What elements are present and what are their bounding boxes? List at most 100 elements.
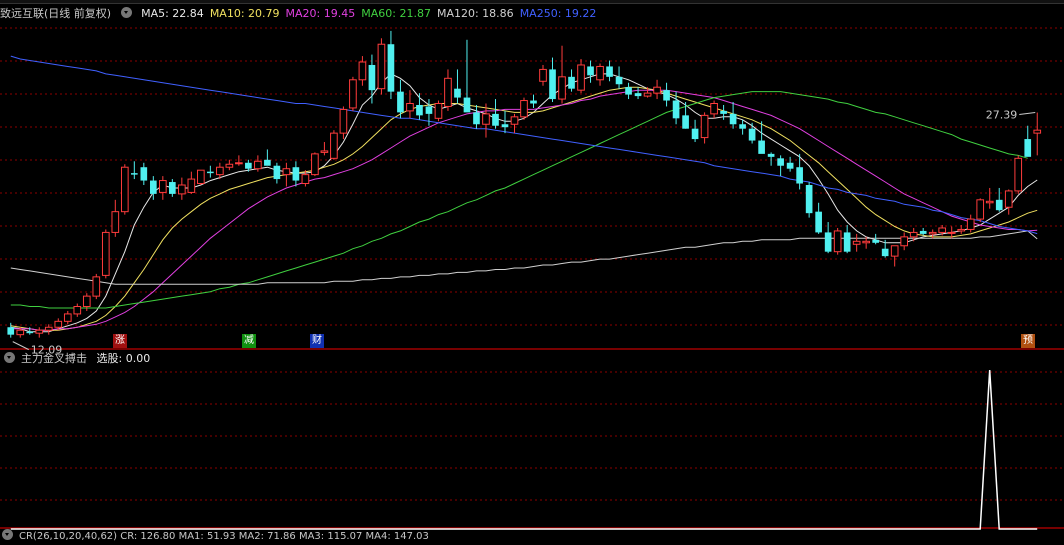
candle-body xyxy=(358,61,367,81)
candle-body xyxy=(492,113,499,126)
ma-legend-item: MA120: 18.86 xyxy=(436,7,514,20)
candle-body xyxy=(558,76,566,100)
candle-body xyxy=(577,64,585,91)
candle-body xyxy=(54,320,63,328)
candle-body xyxy=(881,248,889,257)
candle-body xyxy=(178,184,186,195)
candle-body xyxy=(16,329,25,336)
candle-body xyxy=(862,240,870,244)
candle-body xyxy=(758,140,765,154)
candle-body xyxy=(35,329,44,334)
candle-body xyxy=(444,77,452,107)
candle-body xyxy=(1024,139,1032,157)
candle-body xyxy=(245,162,252,169)
candle-body xyxy=(539,68,547,82)
candle-body xyxy=(530,100,537,104)
candle-body xyxy=(44,326,53,331)
candle-body xyxy=(301,174,310,185)
candle-body xyxy=(1004,190,1013,208)
candle-body xyxy=(7,327,15,335)
candle-body xyxy=(120,166,129,213)
candle-body xyxy=(339,108,348,134)
main-chart-header: 致远互联(日线 前复权) MA5: 22.84 MA10: 20.79 MA20: … xyxy=(0,6,608,22)
candle-body xyxy=(995,199,1003,211)
candle-body xyxy=(568,76,575,89)
ma-line-ma10 xyxy=(10,86,1038,331)
candle-body xyxy=(1014,157,1023,192)
candle-body xyxy=(349,79,357,109)
candle-body xyxy=(320,150,329,153)
candle-body xyxy=(938,227,947,233)
candle-body xyxy=(587,66,594,76)
ma-legend-item: MA250: 19.22 xyxy=(519,7,597,20)
candle-body xyxy=(691,128,699,140)
candle-body xyxy=(501,124,509,128)
candle-body xyxy=(149,180,157,194)
candle-body xyxy=(387,44,395,92)
chart-period: (日线 前复权) xyxy=(44,7,112,20)
stock-name: 致远互联 xyxy=(0,7,44,20)
ma-legend-item: MA5: 22.84 xyxy=(141,7,204,20)
marker-zhang[interactable]: 涨 xyxy=(113,334,127,348)
candle-body xyxy=(101,231,110,276)
ma-line-ma250 xyxy=(10,55,1038,235)
dropdown-icon[interactable] xyxy=(120,7,132,18)
candle-body xyxy=(235,162,243,165)
candle-body xyxy=(729,113,737,125)
candle-body xyxy=(330,132,338,159)
candle-body xyxy=(900,236,909,247)
candle-body xyxy=(158,180,167,193)
marker-yu[interactable]: 预 xyxy=(1021,334,1035,348)
candle-body xyxy=(130,173,138,175)
candle-body xyxy=(947,231,956,234)
candle-body xyxy=(216,166,224,176)
candle-body xyxy=(225,163,234,168)
candle-body xyxy=(454,88,461,98)
marker-cai[interactable]: 财 xyxy=(310,334,324,348)
candle-body xyxy=(720,110,727,114)
candle-body xyxy=(596,65,604,81)
candle-body xyxy=(824,232,832,252)
ma-legend-item: MA20: 19.45 xyxy=(285,7,356,20)
candle-body xyxy=(273,165,281,180)
candle-body xyxy=(549,69,556,100)
indicator-name: 主力金叉搏击 xyxy=(21,352,87,365)
candle-body xyxy=(425,106,433,114)
candle-body xyxy=(872,239,879,243)
candle-body xyxy=(928,231,937,235)
candle-body xyxy=(606,66,613,77)
bottom-dropdown-icon[interactable] xyxy=(2,529,13,540)
candle-body xyxy=(311,153,319,176)
candle-body xyxy=(111,211,120,233)
candle-body xyxy=(672,100,680,119)
candle-body xyxy=(482,113,490,125)
chart-canvas: 27.3912.09 xyxy=(0,27,1064,530)
candle-body xyxy=(663,90,670,101)
signal-line xyxy=(10,369,1038,530)
candle-body xyxy=(739,124,746,129)
high-price-label: 27.39 xyxy=(986,109,1018,122)
candle-body xyxy=(510,116,519,125)
candle-body xyxy=(976,199,985,220)
candle-body xyxy=(634,93,642,97)
candle-body xyxy=(473,112,480,125)
candle-body xyxy=(833,230,842,253)
candle-body xyxy=(748,128,756,141)
high-pointer xyxy=(1019,112,1036,116)
marker-jian[interactable]: 减 xyxy=(242,334,256,348)
candle-body xyxy=(397,91,404,113)
candle-body xyxy=(282,168,291,176)
candle-body xyxy=(777,158,784,166)
candle-body xyxy=(909,231,918,238)
candle-body xyxy=(292,167,300,181)
candle-body xyxy=(843,232,851,252)
candle-body xyxy=(26,331,34,334)
candle-body xyxy=(815,211,822,233)
ma-legend-item: MA10: 20.79 xyxy=(209,7,280,20)
candle-body xyxy=(264,159,271,166)
candle-body xyxy=(406,103,414,112)
candle-body xyxy=(767,153,775,157)
indicator-dropdown-icon[interactable] xyxy=(4,352,15,363)
candle-body xyxy=(625,87,632,95)
ma-legend-item: MA60: 21.87 xyxy=(361,7,431,20)
